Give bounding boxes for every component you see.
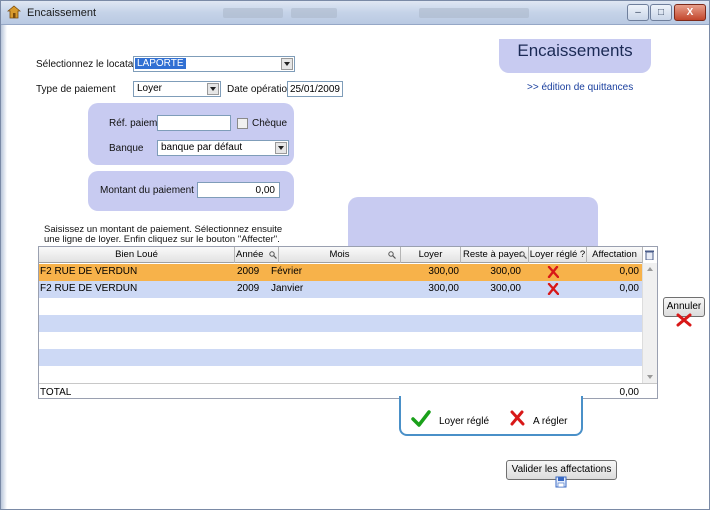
- column-mois[interactable]: Mois: [279, 247, 401, 263]
- legend-panel: Loyer réglé A régler: [399, 396, 583, 436]
- total-label: TOTAL: [40, 387, 72, 398]
- column-reste[interactable]: Reste à payer: [461, 247, 529, 263]
- cell-affectation: 0,00: [619, 266, 639, 277]
- column-bien[interactable]: Bien Loué: [39, 247, 235, 263]
- total-value: 0,00: [619, 387, 639, 398]
- cross-icon[interactable]: [676, 313, 692, 327]
- locataire-select[interactable]: LAPORTE: [133, 56, 295, 72]
- locataire-value: LAPORTE: [135, 58, 186, 69]
- save-icon[interactable]: [555, 476, 567, 488]
- type-paiement-value: Loyer: [137, 83, 163, 94]
- date-operation-field[interactable]: 25/01/2009: [287, 81, 343, 97]
- close-button[interactable]: X: [674, 4, 706, 21]
- divider: [39, 383, 657, 384]
- page-heading: Encaissements: [517, 41, 633, 60]
- cell-affectation: 0,00: [619, 283, 639, 294]
- cell-loyer: 300,00: [428, 266, 459, 277]
- ref-paiement-field[interactable]: [157, 115, 231, 131]
- cheque-label: Chèque: [252, 118, 288, 129]
- title-bar: Encaissement – □ X: [1, 1, 709, 25]
- cross-icon: [547, 266, 559, 278]
- search-icon[interactable]: [269, 251, 277, 259]
- cell-annee: 2009: [237, 266, 260, 277]
- quittances-link[interactable]: >> édition de quittances: [527, 82, 633, 93]
- locataire-label: Sélectionnez le locataire: [36, 59, 145, 70]
- montant-value: 0,00: [255, 185, 275, 196]
- window-border: [1, 25, 7, 509]
- banque-label: Banque: [109, 143, 144, 154]
- banque-value: banque par défaut: [161, 142, 243, 153]
- blurred-title-info: [419, 8, 529, 18]
- blurred-title-info: [223, 8, 283, 18]
- instructions-text: Saisissez un montant de paiement. Sélect…: [44, 224, 283, 245]
- legend-regle: Loyer réglé: [439, 416, 490, 427]
- column-regle[interactable]: Loyer réglé ?: [529, 247, 587, 263]
- scroll-down-icon[interactable]: [647, 375, 653, 379]
- table-row[interactable]: F2 RUE DE VERDUN 2009 Février 300,00 300…: [39, 264, 643, 281]
- table-row: [39, 315, 643, 332]
- cheque-checkbox[interactable]: [237, 118, 248, 129]
- cell-mois: Janvier: [271, 283, 304, 294]
- type-paiement-select[interactable]: Loyer: [133, 81, 221, 97]
- chevron-down-icon[interactable]: [207, 83, 219, 95]
- search-icon[interactable]: [388, 251, 396, 259]
- cell-reste: 300,00: [490, 283, 521, 294]
- cell-reste: 300,00: [490, 266, 521, 277]
- table-row[interactable]: F2 RUE DE VERDUN 2009 Janvier 300,00 300…: [39, 281, 643, 298]
- column-loyer[interactable]: Loyer: [401, 247, 461, 263]
- rent-table: Bien Loué Année Mois Loyer Reste à payer…: [38, 246, 658, 399]
- type-paiement-label: Type de paiement: [36, 84, 116, 95]
- header-panel: Encaissements: [499, 39, 651, 73]
- cross-icon: [510, 410, 525, 426]
- check-icon: [411, 410, 431, 427]
- cross-icon: [547, 283, 559, 295]
- cell-annee: 2009: [237, 283, 260, 294]
- app-icon: [7, 5, 21, 19]
- encaissement-window: Encaissement – □ X Encaissements >> édit…: [0, 0, 710, 510]
- chevron-down-icon[interactable]: [281, 58, 293, 70]
- table-row: [39, 349, 643, 366]
- date-operation-value: 25/01/2009: [289, 84, 340, 95]
- montant-field[interactable]: 0,00: [197, 182, 280, 198]
- cell-bien: F2 RUE DE VERDUN: [40, 283, 138, 294]
- annuler-label: Annuler: [666, 301, 702, 312]
- column-affectation[interactable]: Affectation: [587, 247, 643, 263]
- cell-bien: F2 RUE DE VERDUN: [40, 266, 138, 277]
- cell-loyer: 300,00: [428, 283, 459, 294]
- table-header: Bien Loué Année Mois Loyer Reste à payer…: [39, 247, 643, 263]
- cell-mois: Février: [271, 266, 303, 277]
- column-annee[interactable]: Année: [235, 247, 279, 263]
- table-header-panel: [348, 197, 598, 252]
- table-scrollbar[interactable]: [642, 263, 657, 383]
- date-operation-label: Date opération: [227, 84, 293, 95]
- banque-select[interactable]: banque par défaut: [157, 140, 289, 156]
- montant-label: Montant du paiement: [100, 185, 194, 196]
- window-title: Encaissement: [27, 7, 97, 19]
- chevron-down-icon[interactable]: [275, 142, 287, 154]
- legend-a-regler: A régler: [533, 416, 568, 427]
- trash-icon[interactable]: [645, 250, 654, 260]
- search-icon[interactable]: [519, 251, 527, 259]
- minimize-button[interactable]: –: [627, 4, 649, 21]
- valider-label: Valider les affectations: [511, 464, 612, 475]
- scroll-up-icon[interactable]: [647, 267, 653, 271]
- maximize-button[interactable]: □: [650, 4, 672, 21]
- blurred-title-info: [291, 8, 337, 18]
